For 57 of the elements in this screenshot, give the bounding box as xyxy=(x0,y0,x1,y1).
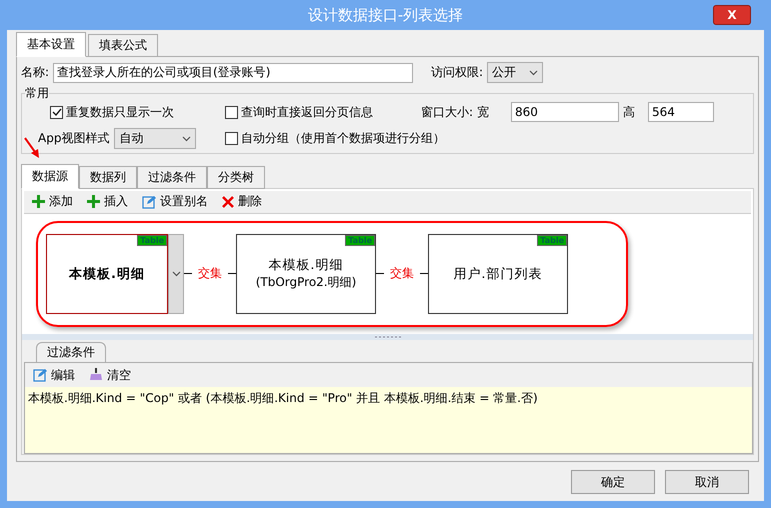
tab[interactable]: 基本设置 xyxy=(16,32,86,57)
table-node[interactable]: Table 用户.部门列表 xyxy=(428,234,568,314)
checkbox-option[interactable]: 查询时直接返回分页信息 xyxy=(225,104,421,120)
height-field[interactable]: 564 xyxy=(648,102,714,122)
dialog-button[interactable]: 取消 xyxy=(665,470,749,494)
table-node[interactable]: Table 本模板.明细 xyxy=(46,234,168,314)
chevron-icon xyxy=(529,70,538,76)
edit-icon xyxy=(142,194,156,209)
node-title: 本模板.明细 xyxy=(69,266,145,283)
node-title: 用户.部门列表 xyxy=(453,266,543,283)
access-dropdown[interactable]: 公开 xyxy=(487,62,544,83)
table-badge: Table xyxy=(537,234,567,246)
checkbox[interactable] xyxy=(225,132,238,144)
tab[interactable]: 数据列 xyxy=(79,166,137,189)
checkbox[interactable] xyxy=(50,106,63,118)
filter-tab[interactable]: 过滤条件 xyxy=(36,342,106,362)
eraser-icon xyxy=(89,368,103,382)
edit-icon xyxy=(33,368,47,382)
tab[interactable]: 过滤条件 xyxy=(137,166,207,189)
window-title: 设计数据接口-列表选择 xyxy=(308,6,464,24)
grip-icon xyxy=(374,336,400,338)
join-label: 交集 xyxy=(390,265,414,282)
toolbar-button[interactable]: 清空 xyxy=(89,366,131,384)
tab[interactable]: 数据源 xyxy=(21,164,79,189)
app-view-label: App视图样式 xyxy=(38,130,110,147)
close-button[interactable]: X xyxy=(713,5,751,25)
node-title: 本模板.明细 xyxy=(268,257,344,274)
plus-icon xyxy=(87,195,100,208)
height-label: 高 xyxy=(623,104,636,120)
plus-icon xyxy=(32,195,45,208)
tab[interactable]: 分类树 xyxy=(207,166,265,189)
delete-icon xyxy=(222,196,234,208)
table-badge: Table xyxy=(345,234,375,246)
window-size-label: 窗口大小: 宽 xyxy=(421,104,490,120)
join-label: 交集 xyxy=(198,265,222,282)
checkbox-option[interactable]: 重复数据只显示一次 xyxy=(50,104,225,120)
toolbar-button[interactable]: 添加 xyxy=(32,193,73,210)
node-subtitle: (TbOrgPro2.明细) xyxy=(256,274,356,292)
tab[interactable]: 填表公式 xyxy=(88,34,158,57)
access-label: 访问权限: xyxy=(431,64,484,81)
table-node[interactable]: Table 本模板.明细 (TbOrgPro2.明细) xyxy=(236,234,376,314)
checkbox-option[interactable]: 自动分组（使用首个数据项进行分组） xyxy=(225,130,445,146)
chevron-icon xyxy=(182,136,192,142)
name-label: 名称: xyxy=(21,64,50,81)
group-title: 常用 xyxy=(25,85,49,102)
chevron-icon xyxy=(172,270,180,277)
toolbar-button[interactable]: 编辑 xyxy=(33,366,75,384)
app-view-dropdown[interactable]: 自动 xyxy=(114,128,196,149)
toolbar-button[interactable]: 设置别名 xyxy=(142,193,208,210)
width-field[interactable]: 860 xyxy=(511,102,619,122)
filter-expression[interactable]: 本模板.明细.Kind = "Cop" 或者 (本模板.明细.Kind = "Pro" 并且 本模板.明细.结束 = 常量.否) xyxy=(25,387,752,453)
dialog-button[interactable]: 确定 xyxy=(571,470,655,494)
table-badge: Table xyxy=(137,234,167,246)
toolbar-button[interactable]: 删除 xyxy=(222,193,262,210)
name-field[interactable]: 查找登录人所在的公司或项目(登录账号) xyxy=(53,62,414,82)
checkbox[interactable] xyxy=(225,106,238,118)
toolbar-button[interactable]: 插入 xyxy=(87,193,128,210)
